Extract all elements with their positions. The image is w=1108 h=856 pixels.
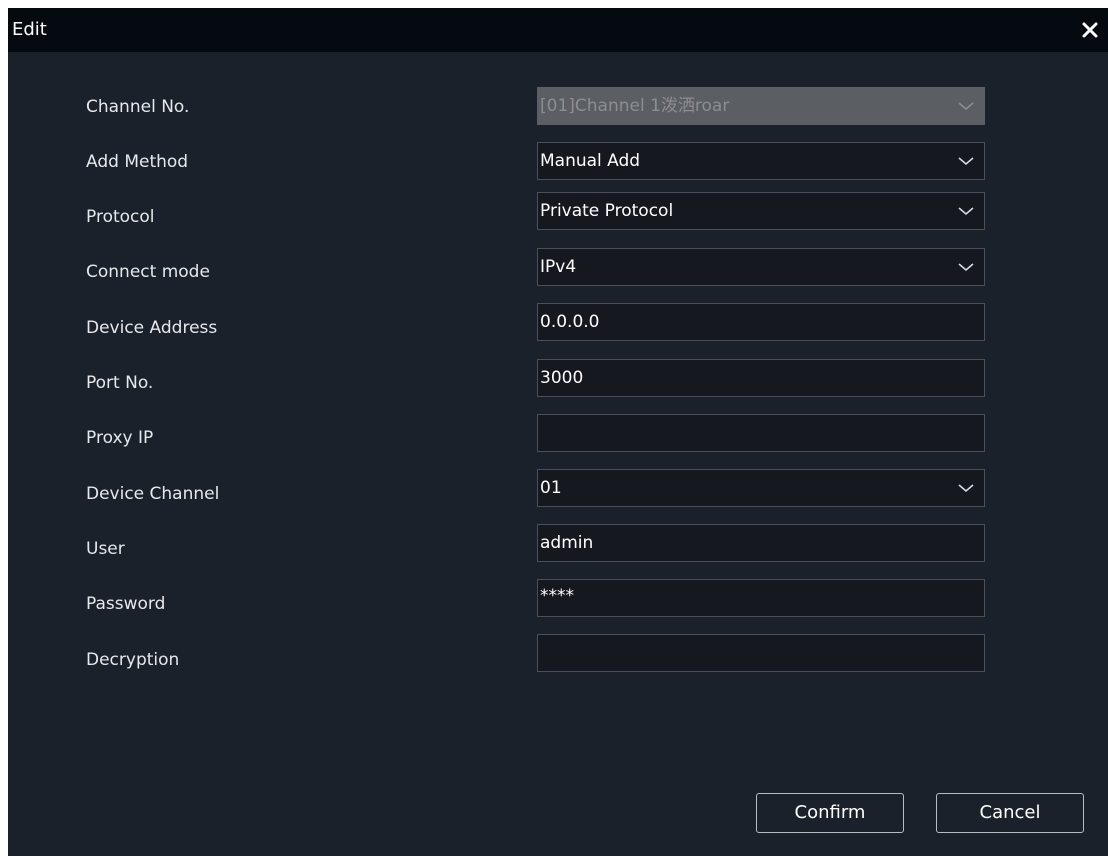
decryption-label: Decryption xyxy=(86,650,180,670)
protocol-value: Private Protocol xyxy=(540,201,674,221)
protocol-select[interactable]: Private Protocol xyxy=(537,192,985,230)
chevron-down-icon xyxy=(958,206,974,216)
add-method-select[interactable]: Manual Add xyxy=(537,142,985,180)
device-channel-value: 01 xyxy=(540,478,562,498)
device-channel-label: Device Channel xyxy=(86,484,220,504)
add-method-value: Manual Add xyxy=(540,151,641,171)
chevron-down-icon xyxy=(958,262,974,272)
cancel-button[interactable]: Cancel xyxy=(936,793,1084,833)
device-address-input[interactable]: 0.0.0.0 xyxy=(537,303,985,341)
port-no-label: Port No. xyxy=(86,373,154,393)
password-value: **** xyxy=(540,586,574,606)
chevron-down-icon xyxy=(958,483,974,493)
chevron-down-icon xyxy=(958,101,974,111)
channel-no-label: Channel No. xyxy=(86,97,190,117)
channel-no-value: [01]Channel 1泼洒roar xyxy=(540,96,730,116)
user-value: admin xyxy=(540,533,594,553)
proxy-ip-label: Proxy IP xyxy=(86,428,154,448)
password-input[interactable]: **** xyxy=(537,579,985,617)
add-method-label: Add Method xyxy=(86,152,189,172)
dialog-title-bar: Edit xyxy=(8,8,1108,52)
edit-dialog: Edit Channel No. [01]Channel 1泼洒roar Add… xyxy=(8,8,1108,856)
chevron-down-icon xyxy=(958,156,974,166)
user-input[interactable]: admin xyxy=(537,524,985,562)
device-address-label: Device Address xyxy=(86,318,218,338)
connect-mode-label: Connect mode xyxy=(86,262,210,282)
connect-mode-select[interactable]: IPv4 xyxy=(537,248,985,286)
proxy-ip-input[interactable] xyxy=(537,414,985,452)
dialog-title: Edit xyxy=(12,19,47,40)
close-icon[interactable] xyxy=(1078,18,1102,42)
user-label: User xyxy=(86,539,125,559)
connect-mode-value: IPv4 xyxy=(540,257,577,277)
decryption-input[interactable] xyxy=(537,634,985,672)
protocol-label: Protocol xyxy=(86,207,155,227)
confirm-button[interactable]: Confirm xyxy=(756,793,904,833)
device-channel-select[interactable]: 01 xyxy=(537,469,985,507)
port-no-value: 3000 xyxy=(540,368,584,388)
device-address-value: 0.0.0.0 xyxy=(540,312,600,332)
password-label: Password xyxy=(86,594,166,614)
channel-no-select: [01]Channel 1泼洒roar xyxy=(537,87,985,125)
port-no-input[interactable]: 3000 xyxy=(537,359,985,397)
